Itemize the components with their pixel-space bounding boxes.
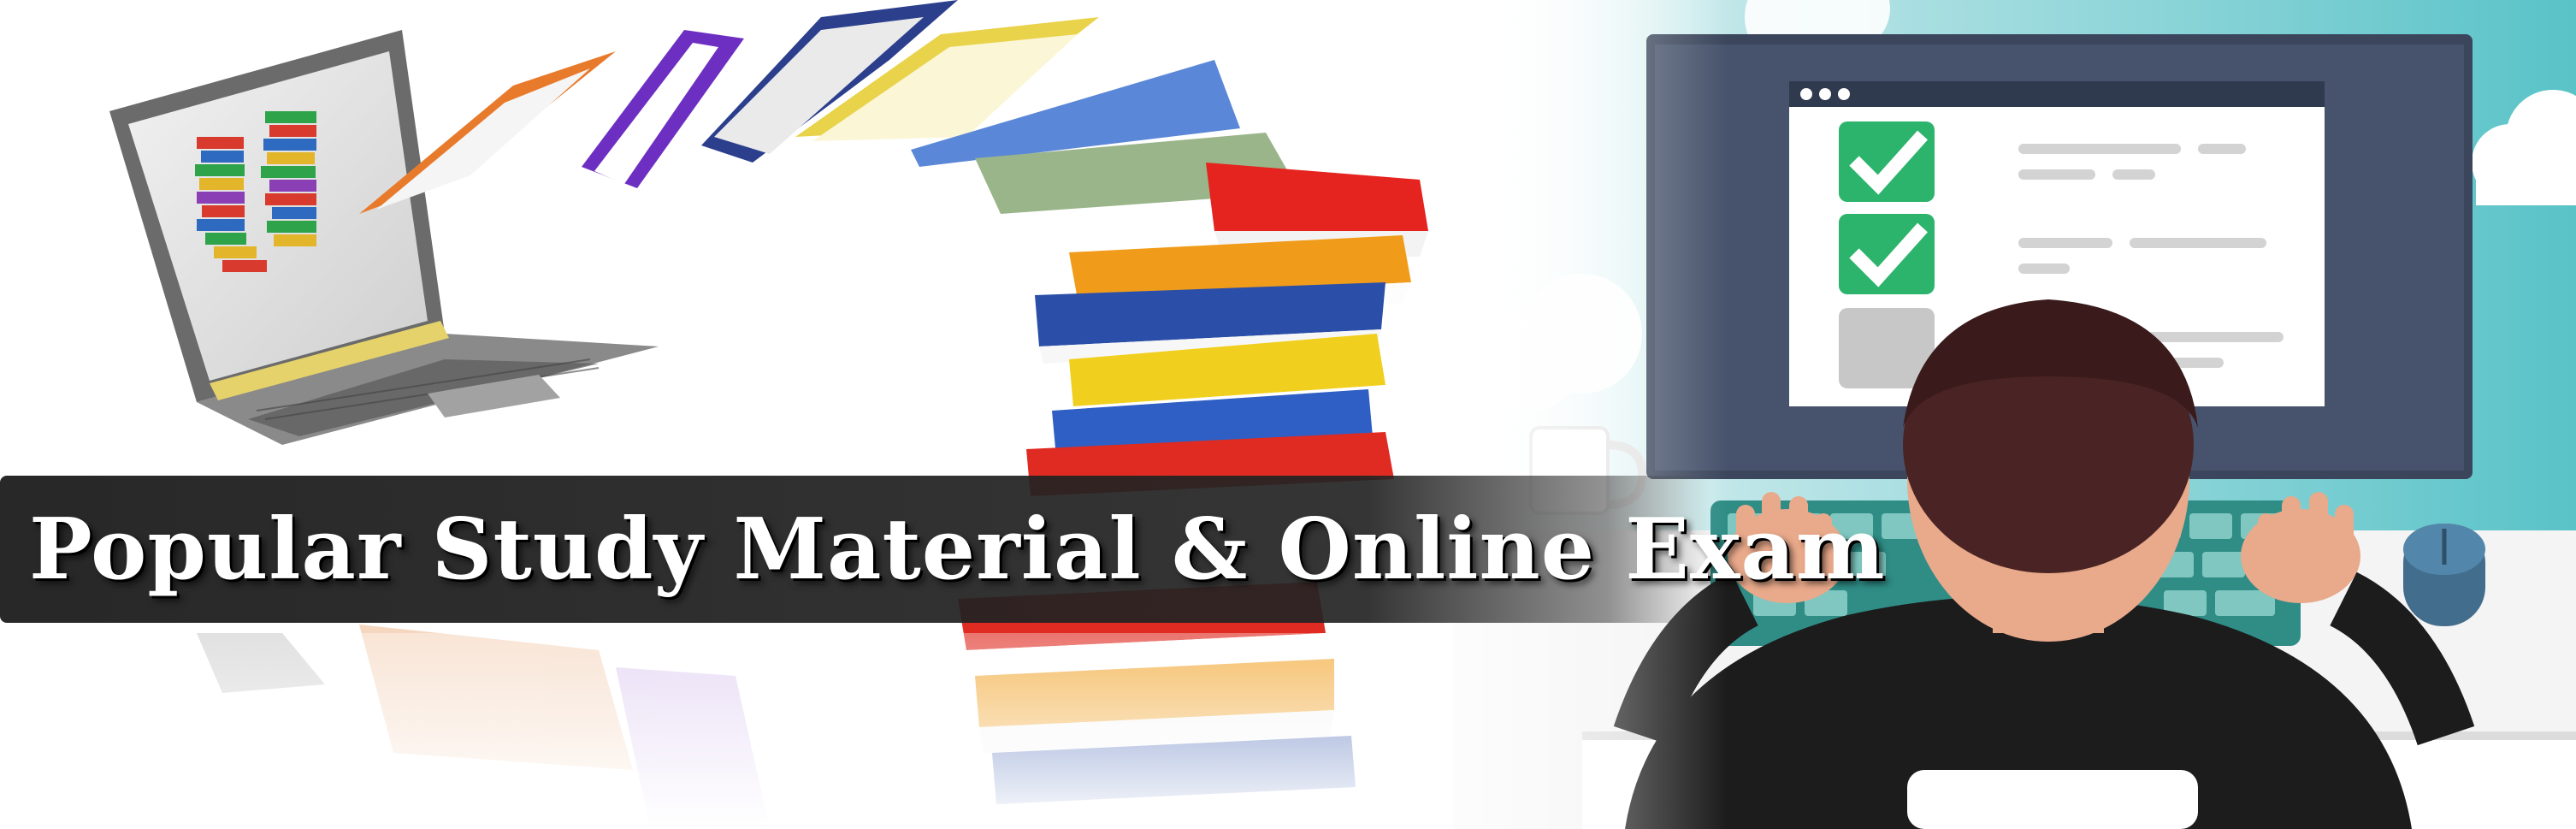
hero-banner: Popular Study Material & Online Exam	[0, 0, 2576, 829]
laptop-icon	[109, 30, 659, 445]
banner-artwork	[0, 0, 2576, 829]
title-banner-bar: Popular Study Material & Online Exam	[0, 476, 1885, 623]
banner-title: Popular Study Material & Online Exam	[29, 500, 1886, 599]
mouse-icon	[2403, 524, 2485, 626]
